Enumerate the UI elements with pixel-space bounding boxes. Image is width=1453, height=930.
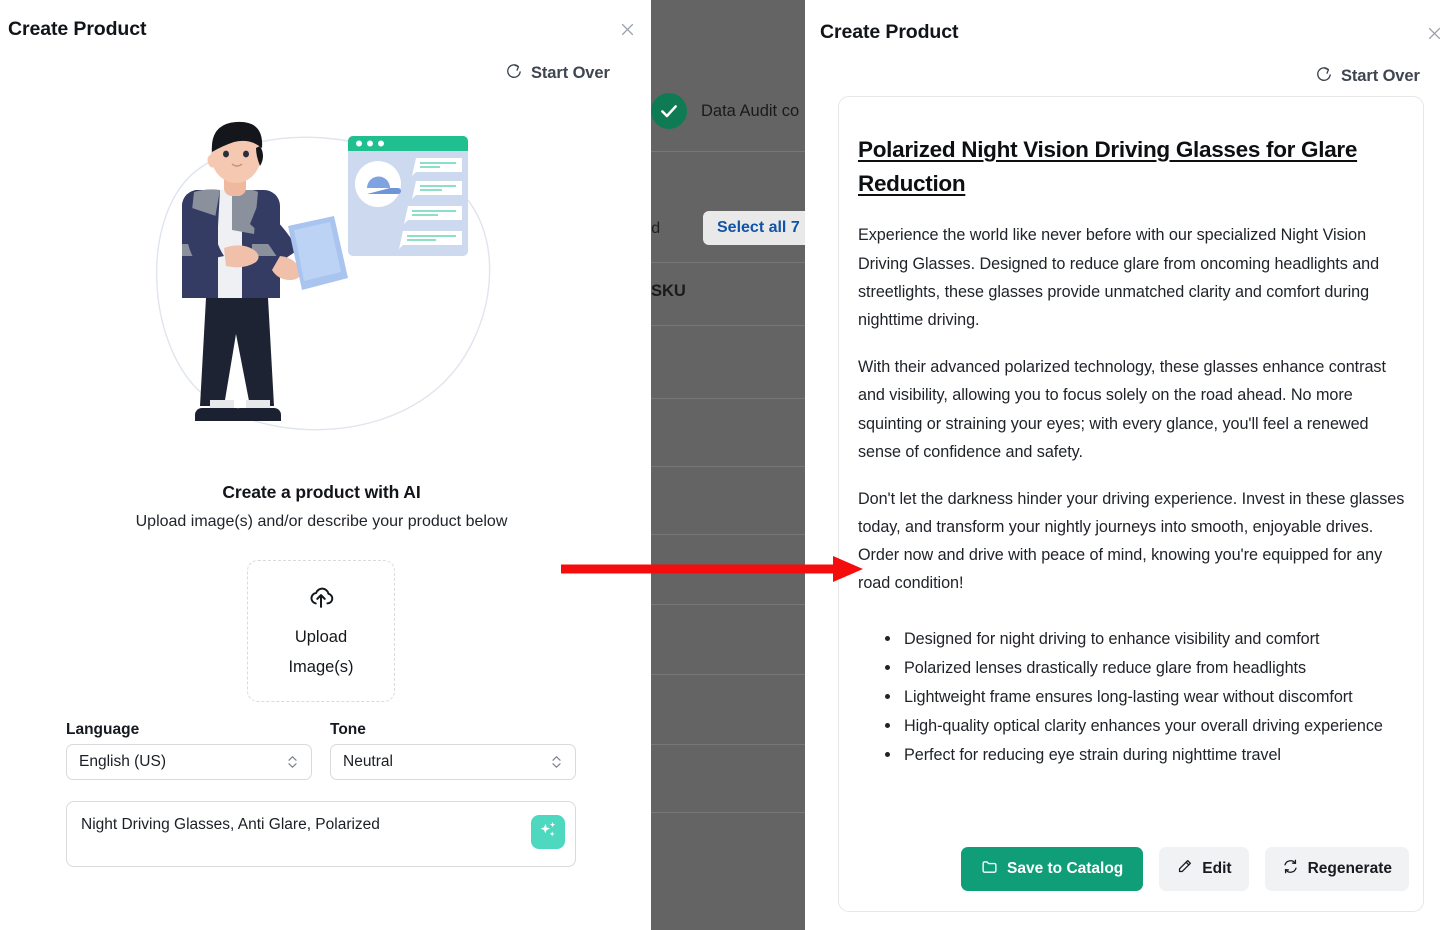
save-to-catalog-button[interactable]: Save to Catalog xyxy=(961,847,1143,891)
cloud-upload-icon xyxy=(307,583,335,620)
rotate-ccw-icon xyxy=(505,62,523,85)
chevron-updown-icon xyxy=(286,752,299,772)
left-start-over-label: Start Over xyxy=(531,64,610,83)
tone-select[interactable]: Neutral xyxy=(330,744,576,780)
create-product-left-panel: Create Product Start Over xyxy=(0,0,651,930)
screen-root: Data Audit co ected Select all 7 SKU Cre… xyxy=(0,0,1453,930)
generated-paragraph: Don't let the darkness hinder your drivi… xyxy=(858,485,1409,598)
list-item: Lightweight frame ensures long-lasting w… xyxy=(904,683,1409,711)
edit-button[interactable]: Edit xyxy=(1159,847,1248,891)
generated-product-title: Polarized Night Vision Driving Glasses f… xyxy=(858,133,1409,201)
selected-count-label: ected xyxy=(651,220,660,238)
right-start-over-label: Start Over xyxy=(1341,67,1420,86)
person-holding-tablet-illustration xyxy=(120,108,520,478)
create-with-ai-heading: Create a product with AI xyxy=(0,482,643,503)
generated-bullet-list: Designed for night driving to enhance vi… xyxy=(858,625,1409,770)
product-description-value[interactable]: Night Driving Glasses, Anti Glare, Polar… xyxy=(81,814,531,836)
list-item: High-quality optical clarity enhances yo… xyxy=(904,712,1409,740)
save-to-catalog-label: Save to Catalog xyxy=(1007,860,1123,878)
product-description-input[interactable]: Night Driving Glasses, Anti Glare, Polar… xyxy=(66,801,576,867)
language-select[interactable]: English (US) xyxy=(66,744,312,780)
generate-with-ai-button[interactable] xyxy=(531,815,565,849)
sparkles-icon xyxy=(538,819,559,845)
right-start-over-button[interactable]: Start Over xyxy=(1315,65,1420,88)
table-column-header-sku: SKU xyxy=(651,282,686,301)
create-product-right-panel: Create Product Start Over Polarized Nigh… xyxy=(806,0,1453,930)
chevron-updown-icon xyxy=(550,752,563,772)
left-panel-title: Create Product xyxy=(8,18,146,41)
list-item: Perfect for reducing eye strain during n… xyxy=(904,741,1409,769)
regenerate-label: Regenerate xyxy=(1308,860,1392,878)
list-item: Polarized lenses drastically reduce glar… xyxy=(904,654,1409,682)
rotate-ccw-icon xyxy=(1315,65,1333,88)
upload-label-line1: Upload xyxy=(295,626,347,649)
regenerate-button[interactable]: Regenerate xyxy=(1265,847,1409,891)
upload-images-dropzone[interactable]: Upload Image(s) xyxy=(247,560,395,702)
generated-product-content: Polarized Night Vision Driving Glasses f… xyxy=(858,133,1409,771)
create-with-ai-subheading: Upload image(s) and/or describe your pro… xyxy=(0,513,643,531)
generated-product-actions: Save to Catalog Edit xyxy=(858,847,1409,891)
generated-paragraph: Experience the world like never before w… xyxy=(858,221,1409,334)
tone-field-label: Tone xyxy=(330,721,366,739)
left-panel-close-icon[interactable] xyxy=(614,16,640,42)
list-item: Designed for night driving to enhance vi… xyxy=(904,625,1409,653)
folder-icon xyxy=(981,858,998,880)
refresh-icon xyxy=(1282,858,1299,880)
language-field-label: Language xyxy=(66,721,139,739)
edit-label: Edit xyxy=(1202,860,1231,878)
generated-product-card: Polarized Night Vision Driving Glasses f… xyxy=(838,96,1424,912)
check-circle-icon xyxy=(651,93,687,129)
select-all-button[interactable]: Select all 7 xyxy=(703,211,805,245)
language-select-value: English (US) xyxy=(79,753,286,771)
pencil-icon xyxy=(1176,858,1193,880)
generated-paragraph: With their advanced polarized technology… xyxy=(858,353,1409,466)
dimmed-background-overlay: Data Audit co ected Select all 7 SKU xyxy=(651,0,805,930)
data-audit-label: Data Audit co xyxy=(701,102,799,121)
right-panel-title: Create Product xyxy=(820,21,958,44)
upload-label-line2: Image(s) xyxy=(288,656,353,679)
background-page-content: Data Audit co ected Select all 7 SKU xyxy=(651,0,805,930)
data-audit-status: Data Audit co xyxy=(651,93,799,129)
right-panel-close-icon[interactable] xyxy=(1421,20,1447,46)
left-start-over-button[interactable]: Start Over xyxy=(505,62,610,85)
tone-select-value: Neutral xyxy=(343,753,550,771)
